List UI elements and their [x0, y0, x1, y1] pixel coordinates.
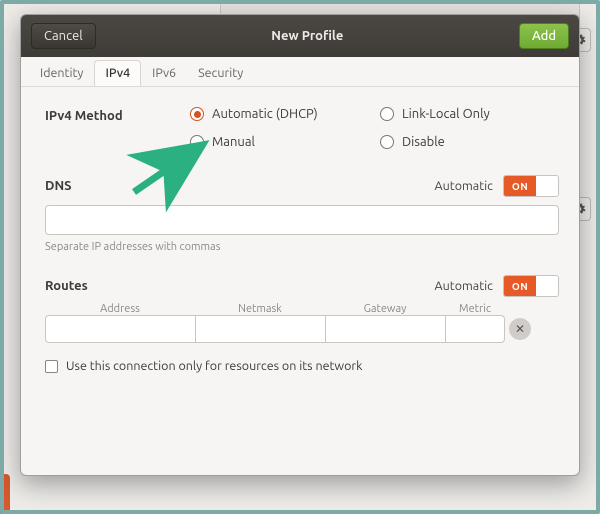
radio-dot-icon [190, 107, 204, 121]
only-resources-checkbox[interactable] [45, 360, 58, 373]
radio-dot-icon [380, 135, 394, 149]
tab-ipv6[interactable]: IPv6 [141, 60, 187, 86]
radio-dot-icon [380, 107, 394, 121]
routes-col-netmask: Netmask [195, 303, 325, 315]
tab-security[interactable]: Security [187, 60, 254, 86]
switch-knob [536, 276, 558, 296]
dns-automatic-toggle[interactable]: ON [503, 175, 559, 197]
routes-automatic-label: Automatic [435, 279, 493, 293]
radio-link-local-only[interactable]: Link-Local Only [380, 107, 540, 121]
tab-bar: Identity IPv4 IPv6 Security [21, 57, 579, 87]
radio-dot-icon [190, 135, 204, 149]
routes-title: Routes [45, 279, 88, 293]
only-resources-label: Use this connection only for resources o… [66, 359, 362, 373]
dns-title: DNS [45, 179, 72, 193]
ipv4-method-label: IPv4 Method [45, 107, 190, 123]
route-netmask-input[interactable] [195, 315, 325, 343]
routes-row: ✕ [45, 315, 559, 343]
route-metric-input[interactable] [445, 315, 505, 343]
radio-automatic-dhcp[interactable]: Automatic (DHCP) [190, 107, 380, 121]
add-button[interactable]: Add [519, 23, 569, 49]
dialog-header: Cancel New Profile Add [21, 15, 579, 57]
close-icon: ✕ [515, 322, 525, 336]
tab-identity[interactable]: Identity [29, 60, 94, 86]
radio-label: Link-Local Only [402, 107, 490, 121]
switch-on-label: ON [504, 176, 536, 196]
dns-automatic-label: Automatic [435, 179, 493, 193]
switch-on-label: ON [504, 276, 536, 296]
routes-col-address: Address [45, 303, 195, 315]
new-profile-dialog: Cancel New Profile Add Identity IPv4 IPv… [20, 14, 580, 476]
dialog-title: New Profile [96, 29, 519, 43]
switch-knob [536, 176, 558, 196]
cancel-button[interactable]: Cancel [31, 23, 96, 49]
radio-label: Manual [212, 135, 255, 149]
radio-label: Disable [402, 135, 445, 149]
route-delete-button[interactable]: ✕ [509, 318, 531, 340]
dns-input[interactable] [45, 205, 559, 235]
route-gateway-input[interactable] [325, 315, 445, 343]
routes-col-gateway: Gateway [325, 303, 445, 315]
radio-label: Automatic (DHCP) [212, 107, 318, 121]
radio-disable[interactable]: Disable [380, 135, 540, 149]
routes-col-metric: Metric [445, 303, 505, 315]
tab-ipv4[interactable]: IPv4 [94, 60, 141, 86]
radio-manual[interactable]: Manual [190, 135, 380, 149]
routes-automatic-toggle[interactable]: ON [503, 275, 559, 297]
dns-hint: Separate IP addresses with commas [45, 241, 559, 253]
route-address-input[interactable] [45, 315, 195, 343]
